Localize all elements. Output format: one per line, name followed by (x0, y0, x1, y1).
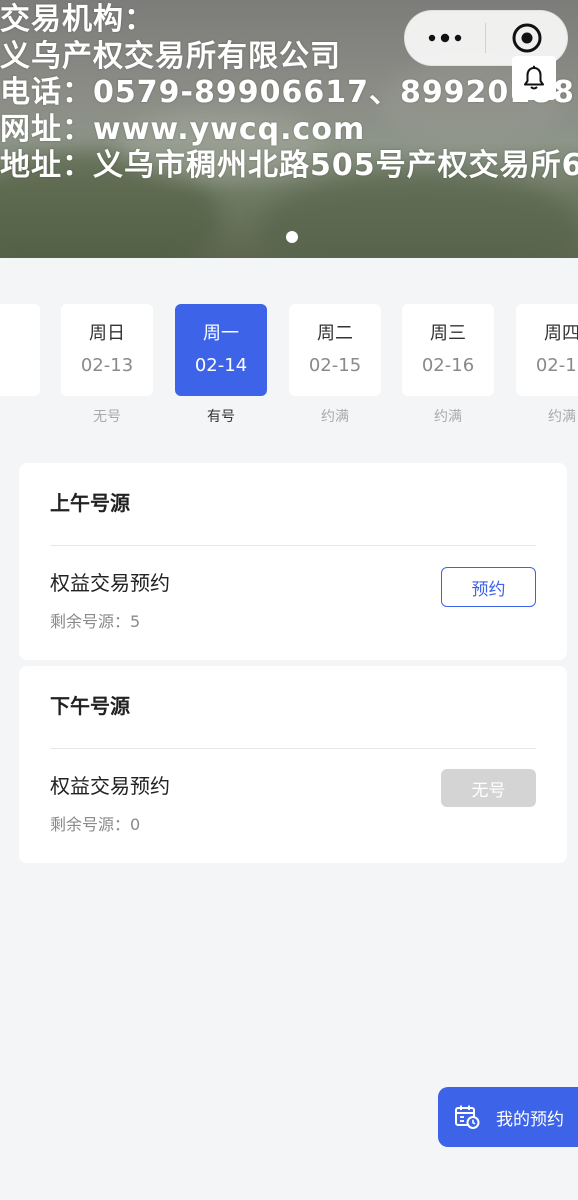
date-date: 02-14 (194, 355, 248, 376)
more-button[interactable] (405, 10, 485, 66)
unavailable-button[interactable]: 无号 (441, 769, 536, 807)
session-divider (50, 545, 536, 546)
session-card-morning: 上午号源 权益交易预约 剩余号源：5 预约 (19, 463, 567, 660)
date-weekday: 周日 (89, 323, 125, 344)
bell-icon (524, 65, 544, 90)
date-date: 02-16 (421, 355, 475, 376)
banner-line-website: 网址：www.ywcq.com (0, 111, 366, 147)
date-card[interactable]: 周二 02-15 (289, 304, 381, 396)
banner-line-phone: 电话：0579-89906617、89920188 (0, 75, 575, 110)
book-button[interactable]: 预约 (441, 567, 536, 607)
date-card-previous[interactable] (0, 304, 40, 396)
my-bookings-label: 我的预约 (496, 1109, 564, 1130)
session-divider (50, 748, 536, 749)
date-status: 有号 (207, 409, 235, 425)
date-item-tue[interactable]: 周二 02-15 约满 (289, 304, 381, 427)
date-date: 02-13 (80, 355, 134, 376)
notification-button[interactable] (512, 56, 556, 100)
date-card[interactable]: 周日 02-13 (61, 304, 153, 396)
date-status: 约满 (321, 409, 349, 425)
date-item-sun[interactable]: 周日 02-13 无号 (61, 304, 153, 427)
carousel-dot-indicator[interactable] (286, 231, 298, 243)
date-weekday: 周三 (430, 323, 466, 344)
date-date: 02-15 (308, 355, 362, 376)
remaining-count: 剩余号源：0 (50, 815, 141, 834)
date-status: 约满 (434, 409, 462, 425)
target-circle-icon (512, 23, 541, 53)
date-card-selected[interactable]: 周一 02-14 (175, 304, 267, 396)
remaining-count: 剩余号源：5 (50, 612, 141, 631)
date-weekday: 周二 (317, 323, 353, 344)
date-item-mon[interactable]: 周一 02-14 有号 (175, 304, 267, 427)
date-status: 约满 (548, 409, 576, 425)
service-name: 权益交易预约 (50, 571, 170, 595)
date-item-wed[interactable]: 周三 02-16 约满 (402, 304, 494, 427)
more-dots-icon (428, 33, 462, 43)
my-bookings-button[interactable]: 我的预约 (438, 1087, 578, 1147)
date-card[interactable]: 周四 02-17 (516, 304, 578, 396)
date-weekday: 周一 (203, 323, 239, 344)
session-title: 下午号源 (50, 694, 130, 718)
date-item-previous[interactable] (0, 304, 40, 396)
date-item-thu[interactable]: 周四 02-17 约满 (516, 304, 578, 427)
session-title: 上午号源 (50, 491, 130, 515)
service-name: 权益交易预约 (50, 774, 170, 798)
banner-line-address: 地址：义乌市稠州北路505号产权交易所6楼 (0, 148, 578, 183)
calendar-clock-icon (455, 1105, 480, 1129)
session-card-afternoon: 下午号源 权益交易预约 剩余号源：0 无号 (19, 666, 567, 863)
date-selector[interactable]: 周日 02-13 无号 周一 02-14 有号 周二 02-15 约满 周三 0… (0, 304, 578, 434)
date-weekday: 周四 (544, 323, 578, 344)
date-status: 无号 (93, 409, 121, 425)
date-date: 02-17 (535, 355, 578, 376)
date-card[interactable]: 周三 02-16 (402, 304, 494, 396)
